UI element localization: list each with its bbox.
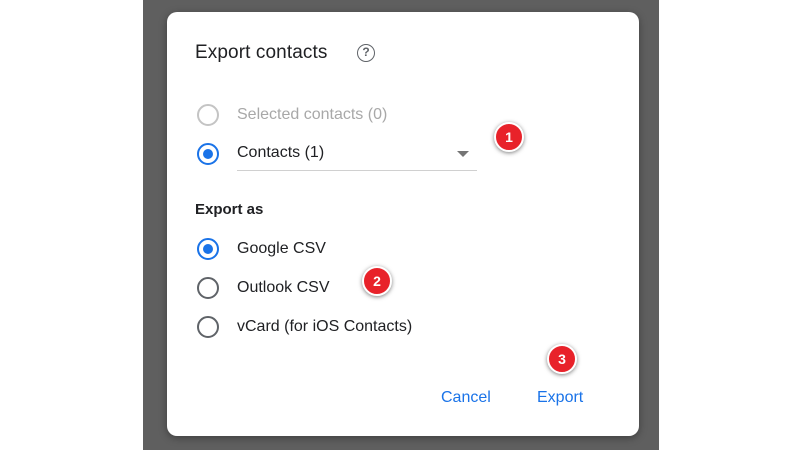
cancel-button[interactable]: Cancel xyxy=(435,385,497,411)
chevron-down-icon[interactable] xyxy=(457,151,469,157)
step-badge-1: 1 xyxy=(494,122,524,152)
contacts-radio[interactable] xyxy=(197,143,219,165)
help-icon[interactable]: ? xyxy=(357,44,375,62)
outlook-csv-label[interactable]: Outlook CSV xyxy=(237,279,329,297)
google-csv-radio[interactable] xyxy=(197,238,219,260)
contacts-select-label[interactable]: Contacts (1) xyxy=(237,144,324,162)
contacts-select-underline xyxy=(237,170,477,171)
step-badge-3: 3 xyxy=(547,344,577,374)
outlook-csv-radio[interactable] xyxy=(197,277,219,299)
export-button[interactable]: Export xyxy=(531,385,589,411)
vcard-label[interactable]: vCard (for iOS Contacts) xyxy=(237,318,412,336)
step-badge-2: 2 xyxy=(362,266,392,296)
google-csv-label[interactable]: Google CSV xyxy=(237,240,326,258)
vcard-radio[interactable] xyxy=(197,316,219,338)
export-as-heading: Export as xyxy=(195,201,264,218)
dialog-title: Export contacts xyxy=(195,42,328,63)
selected-contacts-radio xyxy=(197,104,219,126)
selected-contacts-label: Selected contacts (0) xyxy=(237,106,388,123)
